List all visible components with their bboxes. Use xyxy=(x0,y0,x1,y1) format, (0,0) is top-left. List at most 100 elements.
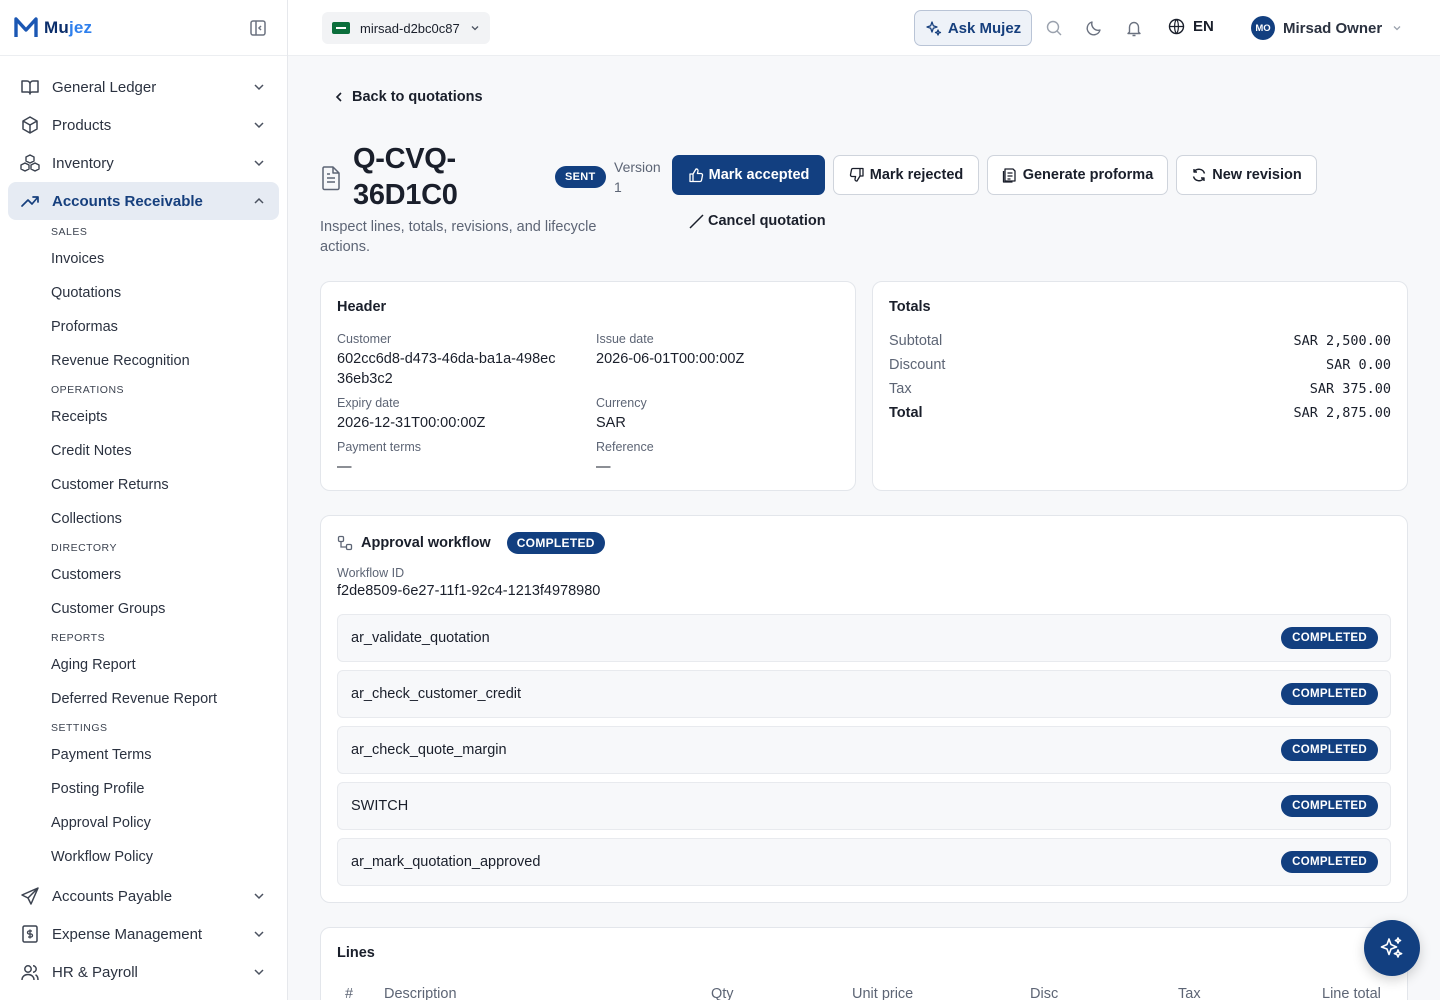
receipt-dollar-icon xyxy=(22,925,38,943)
totals-value: SAR 2,500.00 xyxy=(1293,333,1391,349)
expiry-date-field: Expiry date 2026-12-31T00:00:00Z xyxy=(337,395,577,433)
language-switcher[interactable]: EN xyxy=(1168,18,1214,35)
workflow-step: ar_validate_quotation COMPLETED xyxy=(337,614,1391,662)
sidebar-link-proformas[interactable]: Proformas xyxy=(51,310,287,344)
lines-card: Lines # Description Qty Unit price Disc … xyxy=(320,927,1408,1000)
new-revision-button[interactable]: New revision xyxy=(1176,155,1317,195)
page-subtitle: Inspect lines, totals, revisions, and li… xyxy=(320,219,597,255)
reference-value: — xyxy=(596,459,611,475)
sidebar-item-accounts-receivable[interactable]: Accounts Receivable xyxy=(8,182,279,220)
mujez-logo-icon xyxy=(14,16,38,37)
workflow-step: ar_mark_quotation_approved COMPLETED xyxy=(337,838,1391,886)
sparkles-icon xyxy=(926,20,941,36)
back-to-quotations-link[interactable]: Back to quotations xyxy=(334,89,483,105)
sidebar-item-products[interactable]: Products xyxy=(8,106,279,144)
ask-mujez-label: Ask Mujez xyxy=(947,19,1022,37)
sidebar-link-aging-report[interactable]: Aging Report xyxy=(51,648,287,682)
org-switcher[interactable]: mirsad-d2bc0c87 xyxy=(322,12,490,44)
column-header-line-total: Line total xyxy=(1322,986,1381,1000)
ask-mujez-button[interactable]: Ask Mujez xyxy=(914,10,1032,46)
sidebar-item-expense-management[interactable]: Expense Management xyxy=(8,915,279,953)
cancel-quotation-label: Cancel quotation xyxy=(708,213,826,229)
search-icon[interactable] xyxy=(1045,19,1063,37)
totals-card: Totals Subtotal SAR 2,500.00 Discount SA… xyxy=(872,281,1408,491)
sidebar-link-payment-terms[interactable]: Payment Terms xyxy=(51,738,287,772)
sidebar-link-customers[interactable]: Customers xyxy=(51,558,287,592)
sidebar-item-label: HR & Payroll xyxy=(52,963,138,981)
user-menu[interactable]: MO Mirsad Owner xyxy=(1251,16,1402,40)
totals-label: Tax xyxy=(889,381,912,397)
generate-proforma-button[interactable]: Generate proforma xyxy=(987,155,1168,195)
topbar: mirsad-d2bc0c87 Ask Mujez EN MO Mirsad O… xyxy=(288,0,1440,56)
sidebar-item-label: Accounts Receivable xyxy=(52,192,203,210)
avatar: MO xyxy=(1251,16,1275,40)
sidebar-link-quotations[interactable]: Quotations xyxy=(51,276,287,310)
chevron-down-icon xyxy=(254,969,264,976)
totals-row-discount: Discount SAR 0.00 xyxy=(889,353,1391,377)
expiry-date-label: Expiry date xyxy=(337,396,400,410)
moon-icon[interactable] xyxy=(1085,19,1103,37)
column-header-index: # xyxy=(345,986,354,1000)
mark-accepted-button[interactable]: Mark accepted xyxy=(672,155,825,195)
chevron-down-icon xyxy=(254,893,264,900)
header-card: Header Customer 602cc6d8-d473-46da-ba1a-… xyxy=(320,281,856,491)
sidebar-link-invoices[interactable]: Invoices xyxy=(51,242,287,276)
generate-proforma-label: Generate proforma xyxy=(1022,167,1154,183)
sidebar-link-approval-policy[interactable]: Approval Policy xyxy=(51,806,287,840)
sidebar-link-customer-groups[interactable]: Customer Groups xyxy=(51,592,287,626)
sidebar-item-label: Accounts Payable xyxy=(52,887,173,905)
totals-row-tax: Tax SAR 375.00 xyxy=(889,377,1391,401)
brand[interactable]: Mujez xyxy=(0,0,287,56)
workflow-title: Approval workflow xyxy=(361,535,491,551)
workflow-step: SWITCH COMPLETED xyxy=(337,782,1391,830)
user-name: Mirsad Owner xyxy=(1283,19,1383,37)
currency-label: Currency xyxy=(596,396,647,410)
mark-rejected-button[interactable]: Mark rejected xyxy=(833,155,979,195)
chevron-down-icon xyxy=(254,84,264,91)
bell-icon[interactable] xyxy=(1125,19,1143,37)
sidebar-link-posting-profile[interactable]: Posting Profile xyxy=(51,772,287,806)
issue-date-label: Issue date xyxy=(596,332,654,346)
sidebar-link-deferred-revenue-report[interactable]: Deferred Revenue Report xyxy=(51,682,287,716)
sidebar-collapse-icon[interactable] xyxy=(249,19,267,37)
section-label-sales: SALES xyxy=(51,226,88,238)
step-status-badge: COMPLETED xyxy=(1281,683,1378,705)
sidebar-link-customer-returns[interactable]: Customer Returns xyxy=(51,468,287,502)
org-name: mirsad-d2bc0c87 xyxy=(360,20,460,36)
column-header-discount: Disc xyxy=(1030,986,1059,1000)
sidebar-item-general-ledger[interactable]: General Ledger xyxy=(8,68,279,106)
sidebar-item-label: Inventory xyxy=(52,154,114,172)
status-badge: SENT xyxy=(555,166,606,188)
sidebar-item-inventory[interactable]: Inventory xyxy=(8,144,279,182)
column-header-tax: Tax xyxy=(1178,986,1201,1000)
language-label: EN xyxy=(1193,18,1214,35)
customer-field: Customer 602cc6d8-d473-46da-ba1a-498ec36… xyxy=(337,331,557,389)
sidebar-link-collections[interactable]: Collections xyxy=(51,502,287,536)
sidebar-link-receipts[interactable]: Receipts xyxy=(51,400,287,434)
totals-value: SAR 2,875.00 xyxy=(1293,405,1391,421)
sidebar-nav: General Ledger Products Inventory Accoun… xyxy=(0,56,287,874)
sidebar-link-credit-notes[interactable]: Credit Notes xyxy=(51,434,287,468)
mark-rejected-label: Mark rejected xyxy=(869,167,964,183)
ai-assistant-fab[interactable] xyxy=(1364,920,1420,976)
sidebar-item-label: General Ledger xyxy=(52,78,157,96)
file-lines-icon xyxy=(1002,168,1016,183)
step-name: ar_check_customer_credit xyxy=(351,686,522,702)
sidebar-item-accounts-payable[interactable]: Accounts Payable xyxy=(8,877,279,915)
workflow-status-badge: COMPLETED xyxy=(506,532,605,554)
step-name: ar_validate_quotation xyxy=(351,630,490,646)
sparkles-icon xyxy=(1380,937,1403,958)
section-label-settings: SETTINGS xyxy=(51,722,108,734)
sidebar-link-revenue-recognition[interactable]: Revenue Recognition xyxy=(51,344,287,378)
page-title: Q-CVQ-36D1C0 xyxy=(353,143,458,211)
totals-label: Total xyxy=(889,405,923,421)
section-label-reports: REPORTS xyxy=(51,632,106,644)
currency-field: Currency SAR xyxy=(596,395,836,433)
cancel-quotation-button[interactable]: Cancel quotation xyxy=(688,213,826,229)
refresh-icon xyxy=(1193,168,1206,182)
sidebar-item-hr-payroll[interactable]: HR & Payroll xyxy=(8,953,279,991)
totals-value: SAR 0.00 xyxy=(1325,357,1391,373)
column-header-unit-price: Unit price xyxy=(852,986,914,1000)
sidebar-link-workflow-policy[interactable]: Workflow Policy xyxy=(51,840,287,874)
totals-row-total: Total SAR 2,875.00 xyxy=(889,401,1391,425)
